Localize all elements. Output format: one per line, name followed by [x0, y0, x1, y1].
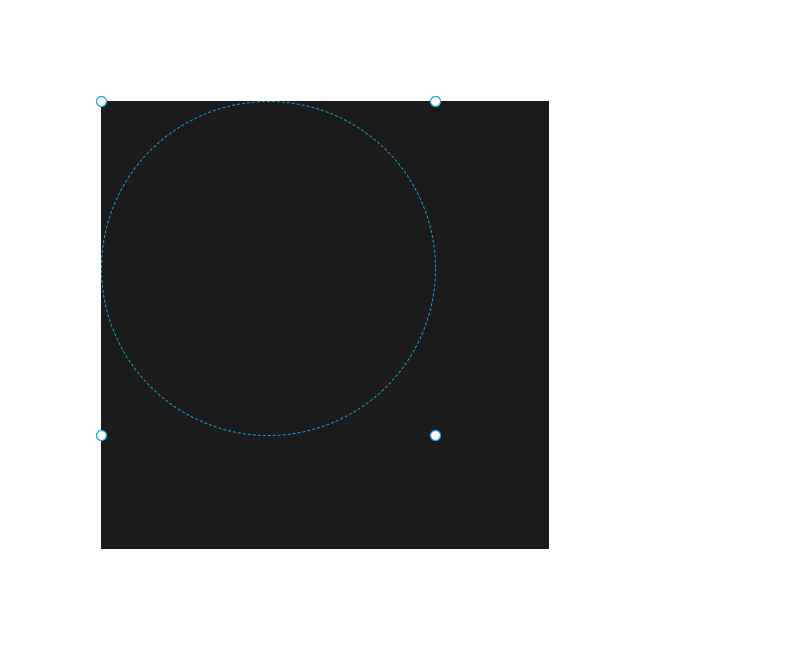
selected-circle-outline[interactable]: [101, 101, 436, 436]
resize-handle-bottom-left[interactable]: [95, 429, 108, 442]
selection-overlay: [95, 95, 442, 442]
resize-handle-top-left[interactable]: [95, 95, 108, 108]
selection-bounding-box: [102, 102, 436, 436]
resize-handle-bottom-right[interactable]: [429, 429, 442, 442]
resize-handle-top-right[interactable]: [429, 95, 442, 108]
editor-stage: [0, 0, 800, 650]
